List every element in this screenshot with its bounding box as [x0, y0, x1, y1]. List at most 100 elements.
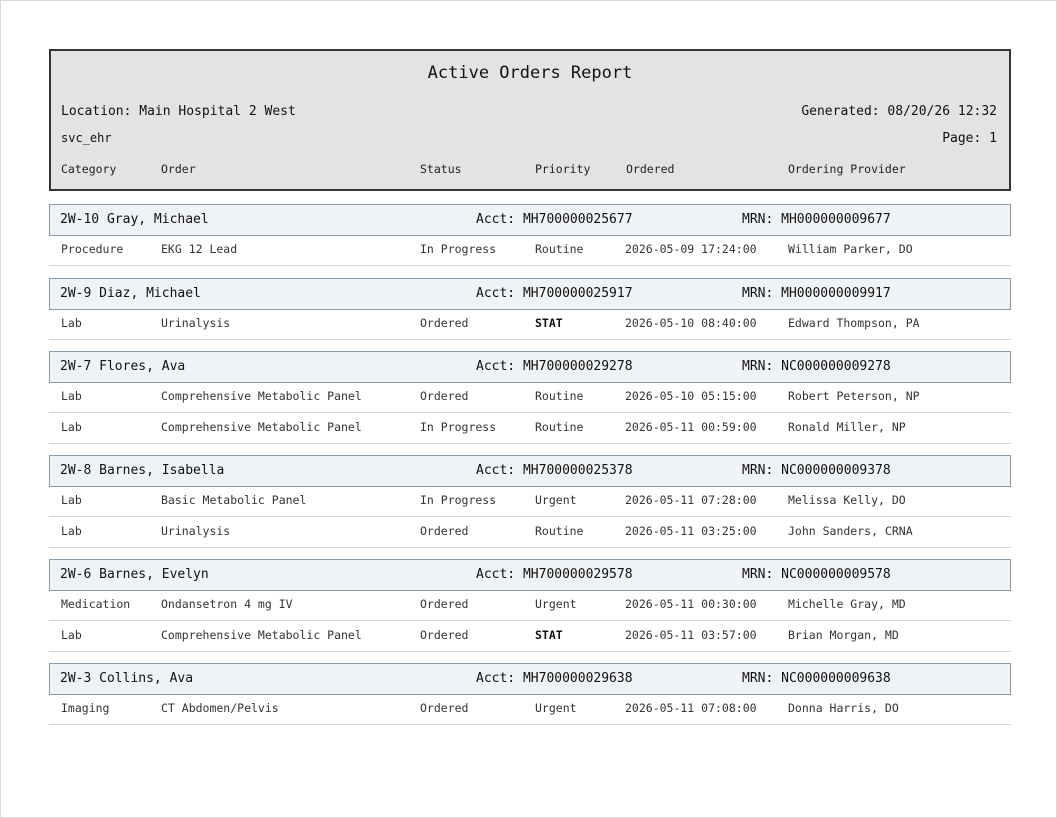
order-status: Ordered	[420, 316, 469, 330]
patient-id-name: 2W-10 Gray, Michael	[60, 212, 209, 227]
page-number: Page: 1	[942, 131, 997, 146]
patient-account: Acct: MH700000029278	[476, 359, 633, 374]
order-name: Basic Metabolic Panel	[161, 493, 307, 507]
patient-id-name: 2W-9 Diaz, Michael	[60, 286, 201, 301]
column-header-order: Order	[161, 162, 196, 176]
patient-id-name: 2W-8 Barnes, Isabella	[60, 463, 225, 478]
patient-mrn: MRN: NC000000009378	[742, 463, 891, 478]
order-priority: Routine	[535, 389, 584, 403]
order-name: CT Abdomen/Pelvis	[161, 701, 279, 715]
patient-mrn: MRN: MH000000009677	[742, 212, 891, 227]
report-page: Active Orders Report Location: Main Hosp…	[0, 0, 1057, 818]
patient-header: 2W-10 Gray, Michael Acct: MH700000025677 M…	[49, 204, 1011, 236]
order-status: Ordered	[420, 389, 469, 403]
order-category: Lab	[61, 493, 82, 507]
order-row: Lab Comprehensive Metabolic Panel Ordered S…	[49, 622, 1011, 652]
order-category: Procedure	[61, 242, 124, 256]
order-status: In Progress	[420, 242, 497, 256]
order-priority: Routine	[535, 420, 584, 434]
patient-mrn: MRN: NC000000009578	[742, 567, 891, 582]
order-date: 2026-05-11 07:08:00	[625, 701, 757, 715]
order-row: Lab Urinalysis Ordered Routine 2026-05-11 03…	[49, 518, 1011, 548]
order-row: Lab Urinalysis Ordered STAT 2026-05-10 08:40…	[49, 310, 1011, 340]
column-header-status: Status	[420, 162, 462, 176]
patient-header: 2W-7 Flores, Ava Acct: MH700000029278 MRN:…	[49, 351, 1011, 383]
report-title: Active Orders Report	[427, 63, 633, 83]
patient-account: Acct: MH700000025917	[476, 286, 633, 301]
order-priority: Urgent	[535, 597, 577, 611]
order-provider: Donna Harris, DO	[788, 701, 899, 715]
order-priority: STAT	[535, 628, 563, 642]
column-header-category: Category	[61, 162, 117, 176]
order-date: 2026-05-11 03:57:00	[625, 628, 757, 642]
order-provider: Melissa Kelly, DO	[788, 493, 906, 507]
location-label: Location: Main Hospital 2 West	[61, 104, 296, 119]
order-category: Lab	[61, 628, 82, 642]
patient-account: Acct: MH700000029578	[476, 567, 633, 582]
order-row: Imaging CT Abdomen/Pelvis Ordered Urgent 202…	[49, 695, 1011, 725]
order-name: Urinalysis	[161, 316, 231, 330]
order-provider: William Parker, DO	[788, 242, 913, 256]
order-date: 2026-05-09 17:24:00	[625, 242, 757, 256]
order-name: Comprehensive Metabolic Panel	[161, 628, 362, 642]
generated-timestamp: Generated: 08/20/26 12:32	[801, 104, 997, 119]
order-name: Urinalysis	[161, 524, 231, 538]
patient-header: 2W-9 Diaz, Michael Acct: MH700000025917 MR…	[49, 278, 1011, 310]
column-header-provider: Ordering Provider	[788, 162, 906, 176]
order-category: Lab	[61, 420, 82, 434]
order-name: Ondansetron 4 mg IV	[161, 597, 293, 611]
order-date: 2026-05-11 00:59:00	[625, 420, 757, 434]
order-name: Comprehensive Metabolic Panel	[161, 420, 362, 434]
patient-account: Acct: MH700000025378	[476, 463, 633, 478]
order-row: Medication Ondansetron 4 mg IV Ordered Urge…	[49, 591, 1011, 621]
patient-id-name: 2W-6 Barnes, Evelyn	[60, 567, 209, 582]
patient-account: Acct: MH700000029638	[476, 671, 633, 686]
order-date: 2026-05-10 08:40:00	[625, 316, 757, 330]
order-status: In Progress	[420, 493, 497, 507]
order-row: Lab Comprehensive Metabolic Panel Ordered R…	[49, 383, 1011, 413]
order-provider: Edward Thompson, PA	[788, 316, 920, 330]
order-status: In Progress	[420, 420, 497, 434]
order-status: Ordered	[420, 701, 469, 715]
patient-header: 2W-3 Collins, Ava Acct: MH700000029638 MRN…	[49, 663, 1011, 695]
patient-mrn: MRN: MH000000009917	[742, 286, 891, 301]
order-status: Ordered	[420, 628, 469, 642]
order-date: 2026-05-11 07:28:00	[625, 493, 757, 507]
order-provider: Ronald Miller, NP	[788, 420, 906, 434]
order-date: 2026-05-11 03:25:00	[625, 524, 757, 538]
order-priority: Urgent	[535, 701, 577, 715]
column-header-priority: Priority	[535, 162, 591, 176]
order-name: EKG 12 Lead	[161, 242, 238, 256]
order-category: Lab	[61, 316, 82, 330]
patient-header: 2W-6 Barnes, Evelyn Acct: MH700000029578 M…	[49, 559, 1011, 591]
report-header: Active Orders Report Location: Main Hosp…	[49, 49, 1011, 191]
order-date: 2026-05-10 05:15:00	[625, 389, 757, 403]
order-status: Ordered	[420, 524, 469, 538]
order-category: Medication	[61, 597, 131, 611]
order-provider: John Sanders, CRNA	[788, 524, 913, 538]
order-priority: Urgent	[535, 493, 577, 507]
patient-id-name: 2W-7 Flores, Ava	[60, 359, 186, 374]
order-name: Comprehensive Metabolic Panel	[161, 389, 362, 403]
order-provider: Robert Peterson, NP	[788, 389, 920, 403]
order-row: Procedure EKG 12 Lead In Progress Routine 20…	[49, 236, 1011, 266]
patient-mrn: MRN: NC000000009278	[742, 359, 891, 374]
order-priority: Routine	[535, 524, 584, 538]
order-category: Imaging	[61, 701, 110, 715]
order-status: Ordered	[420, 597, 469, 611]
order-date: 2026-05-11 00:30:00	[625, 597, 757, 611]
order-priority: Routine	[535, 242, 584, 256]
user-label: svc_ehr	[61, 131, 112, 145]
patient-id-name: 2W-3 Collins, Ava	[60, 671, 194, 686]
order-provider: Brian Morgan, MD	[788, 628, 899, 642]
order-provider: Michelle Gray, MD	[788, 597, 906, 611]
patient-account: Acct: MH700000025677	[476, 212, 633, 227]
order-priority: STAT	[535, 316, 563, 330]
order-category: Lab	[61, 524, 82, 538]
patient-header: 2W-8 Barnes, Isabella Acct: MH70000002537…	[49, 455, 1011, 487]
order-category: Lab	[61, 389, 82, 403]
order-row: Lab Basic Metabolic Panel In Progress Urgen…	[49, 487, 1011, 517]
column-header-ordered: Ordered	[626, 162, 675, 176]
patient-mrn: MRN: NC000000009638	[742, 671, 891, 686]
order-row: Lab Comprehensive Metabolic Panel In Progr…	[49, 414, 1011, 444]
